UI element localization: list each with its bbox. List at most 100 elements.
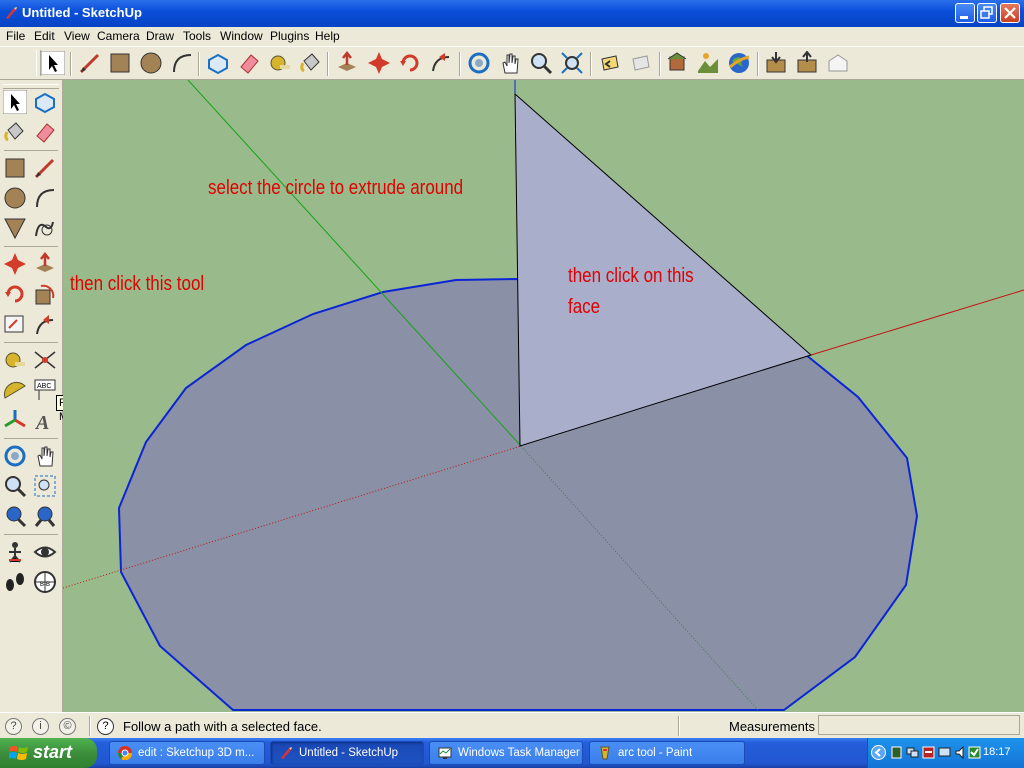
share-component-icon[interactable] xyxy=(826,51,850,75)
sketchup-app-icon xyxy=(6,7,17,19)
paint-bucket-icon[interactable] xyxy=(299,51,323,75)
freehand-tool-icon[interactable] xyxy=(33,216,57,240)
toggle-terrain-icon[interactable] xyxy=(696,51,720,75)
windows-logo-icon xyxy=(9,746,28,760)
modeling-viewport[interactable]: select the circle to extrude around then… xyxy=(63,80,1024,712)
eraser-tool-icon[interactable] xyxy=(33,120,57,144)
position-camera-icon[interactable] xyxy=(3,540,27,564)
tray-monitor-icon[interactable] xyxy=(938,746,951,759)
restore-button[interactable] xyxy=(977,3,997,23)
menu-plugins[interactable]: Plugins xyxy=(270,29,309,43)
tray-volume-icon[interactable] xyxy=(954,746,967,759)
paint-bucket-icon[interactable] xyxy=(3,120,27,144)
sketchup-icon xyxy=(281,747,292,759)
walk-tool-icon[interactable] xyxy=(3,570,27,594)
circle-tool-icon[interactable] xyxy=(3,186,27,210)
push-pull-icon[interactable] xyxy=(335,51,359,75)
circle-tool-icon[interactable] xyxy=(139,51,163,75)
zoom-tool-icon[interactable] xyxy=(3,474,27,498)
follow-me-icon[interactable] xyxy=(33,312,57,336)
menu-window[interactable]: Window xyxy=(220,29,263,43)
pan-tool-icon[interactable] xyxy=(498,51,522,75)
tray-update-icon[interactable] xyxy=(968,746,981,759)
previous-view-icon[interactable] xyxy=(3,504,27,528)
get-models-icon[interactable] xyxy=(764,51,788,75)
menu-camera[interactable]: Camera xyxy=(97,29,140,43)
tape-measure-icon[interactable] xyxy=(3,348,27,372)
rotate-tool-icon[interactable] xyxy=(3,282,27,306)
zoom-extents-icon[interactable] xyxy=(560,51,584,75)
line-tool-icon[interactable] xyxy=(78,51,102,75)
taskbar-item-chrome[interactable]: edit : Sketchup 3D m... xyxy=(109,741,265,765)
scale-tool-icon[interactable] xyxy=(33,282,57,306)
tray-app-icon[interactable] xyxy=(890,746,903,759)
chrome-icon xyxy=(118,746,132,760)
axes-tool-icon[interactable] xyxy=(3,408,27,432)
offset-tool-icon[interactable] xyxy=(3,312,27,336)
protractor-tool-icon[interactable] xyxy=(3,378,27,402)
zoom-extents-icon[interactable] xyxy=(33,504,57,528)
menu-help[interactable]: Help xyxy=(315,29,340,43)
follow-me-icon[interactable] xyxy=(429,51,453,75)
tape-measure-icon[interactable] xyxy=(268,51,292,75)
google-earth-icon[interactable] xyxy=(727,51,751,75)
annotation-click-face-1: then click on this xyxy=(568,265,694,287)
section-plane-icon[interactable]: B-B xyxy=(33,570,57,594)
make-component-icon[interactable] xyxy=(206,51,230,75)
share-model-icon[interactable] xyxy=(795,51,819,75)
minimize-button[interactable] xyxy=(955,3,975,23)
line-tool-icon[interactable] xyxy=(33,156,57,180)
pan-tool-icon[interactable] xyxy=(33,444,57,468)
menu-edit[interactable]: Edit xyxy=(34,29,55,43)
text-tool-icon[interactable]: ABC xyxy=(33,378,57,402)
move-tool-icon[interactable] xyxy=(3,252,27,276)
select-tool-icon[interactable] xyxy=(3,90,27,114)
next-view-icon[interactable] xyxy=(629,51,653,75)
scene-canvas[interactable] xyxy=(63,80,1024,712)
taskbar-item-paint[interactable]: arc tool - Paint xyxy=(589,741,745,765)
push-pull-icon[interactable] xyxy=(33,252,57,276)
svg-text:ABC: ABC xyxy=(37,383,51,390)
dimension-tool-icon[interactable] xyxy=(33,348,57,372)
taskbar-item-sketchup[interactable]: Untitled - SketchUp xyxy=(270,741,424,765)
taskbar-item-task-manager[interactable]: Windows Task Manager xyxy=(429,741,583,765)
minimize-icon xyxy=(960,16,968,19)
eraser-tool-icon[interactable] xyxy=(237,51,261,75)
orbit-tool-icon[interactable] xyxy=(467,51,491,75)
rectangle-tool-icon[interactable] xyxy=(3,156,27,180)
credits-icon[interactable]: i xyxy=(32,718,49,735)
make-component-icon[interactable] xyxy=(33,90,57,114)
tray-expand-icon[interactable] xyxy=(871,745,886,760)
tray-security-icon[interactable] xyxy=(922,746,935,759)
zoom-tool-icon[interactable] xyxy=(529,51,553,75)
geo-location-icon[interactable]: ? xyxy=(5,718,22,735)
polygon-tool-icon[interactable] xyxy=(3,216,27,240)
help-icon[interactable]: ? xyxy=(97,718,114,735)
get-current-view-icon[interactable] xyxy=(665,51,689,75)
orbit-tool-icon[interactable] xyxy=(3,444,27,468)
svg-text:A: A xyxy=(34,412,49,432)
annotation-click-tool: then click this tool xyxy=(70,273,205,295)
large-tool-set: ABC A B-B Follow Me xyxy=(0,80,94,712)
windows-taskbar: start edit : Sketchup 3D m... Untitled -… xyxy=(0,738,1024,768)
measurements-field[interactable] xyxy=(818,715,1020,735)
3d-text-tool-icon[interactable]: A xyxy=(33,408,57,432)
menu-tools[interactable]: Tools xyxy=(183,29,211,43)
menu-file[interactable]: File xyxy=(6,29,25,43)
menu-draw[interactable]: Draw xyxy=(146,29,174,43)
tray-network-icon[interactable] xyxy=(906,746,919,759)
rotate-tool-icon[interactable] xyxy=(398,51,422,75)
arc-tool-icon[interactable] xyxy=(170,51,194,75)
previous-view-icon[interactable] xyxy=(598,51,622,75)
move-tool-icon[interactable] xyxy=(367,51,391,75)
look-around-icon[interactable] xyxy=(33,540,57,564)
paint-icon xyxy=(600,746,610,760)
close-button[interactable] xyxy=(1000,3,1020,23)
arc-tool-icon[interactable] xyxy=(33,186,57,210)
menu-view[interactable]: View xyxy=(64,29,90,43)
zoom-window-icon[interactable] xyxy=(33,474,57,498)
start-button[interactable]: start xyxy=(0,738,97,768)
select-tool-icon[interactable] xyxy=(41,51,65,75)
copyright-icon[interactable]: © xyxy=(59,718,76,735)
rectangle-tool-icon[interactable] xyxy=(108,51,132,75)
